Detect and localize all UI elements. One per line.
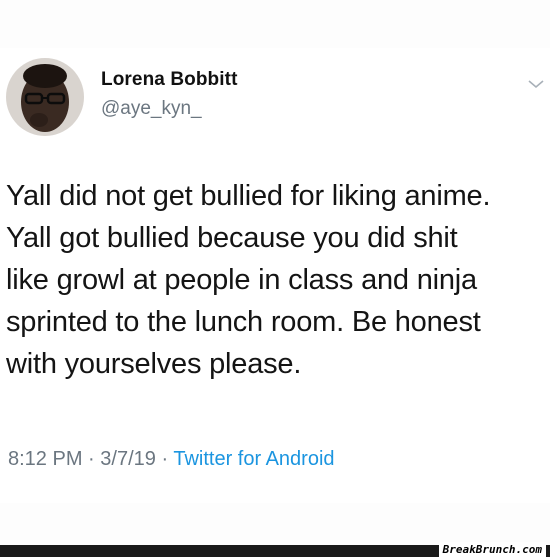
avatar[interactable]	[6, 58, 84, 136]
tweet-text: Yall did not get bullied for liking anim…	[6, 175, 546, 385]
tweet-time[interactable]: 8:12 PM	[8, 448, 82, 470]
meta-separator: ·	[161, 448, 169, 470]
tweet-text-line: Yall got bullied because you did shit	[6, 222, 458, 254]
tweet-date[interactable]: 3/7/19	[100, 448, 156, 470]
meta-separator: ·	[88, 448, 95, 470]
tweet-text-line: with yourselves please.	[6, 348, 302, 380]
watermark: BreakBrunch.com	[438, 542, 546, 557]
display-name[interactable]: Lorena Bobbitt	[101, 69, 238, 91]
tweet-text-line: sprinted to the lunch room. Be honest	[6, 306, 481, 338]
tweet-text-line: Yall did not get bullied for liking anim…	[6, 180, 491, 212]
tweet-card: Lorena Bobbitt @aye_kyn_ Yall did not ge…	[0, 48, 550, 503]
tweet-metadata: 8:12 PM · 3/7/19 · Twitter for Android	[8, 448, 335, 471]
tweet-source-link[interactable]: Twitter for Android	[173, 448, 334, 470]
user-avatar-photo	[6, 58, 84, 136]
user-handle[interactable]: @aye_kyn_	[101, 98, 202, 120]
tweet-text-line: like growl at people in class and ninja	[6, 264, 477, 296]
chevron-down-icon[interactable]	[527, 78, 545, 90]
